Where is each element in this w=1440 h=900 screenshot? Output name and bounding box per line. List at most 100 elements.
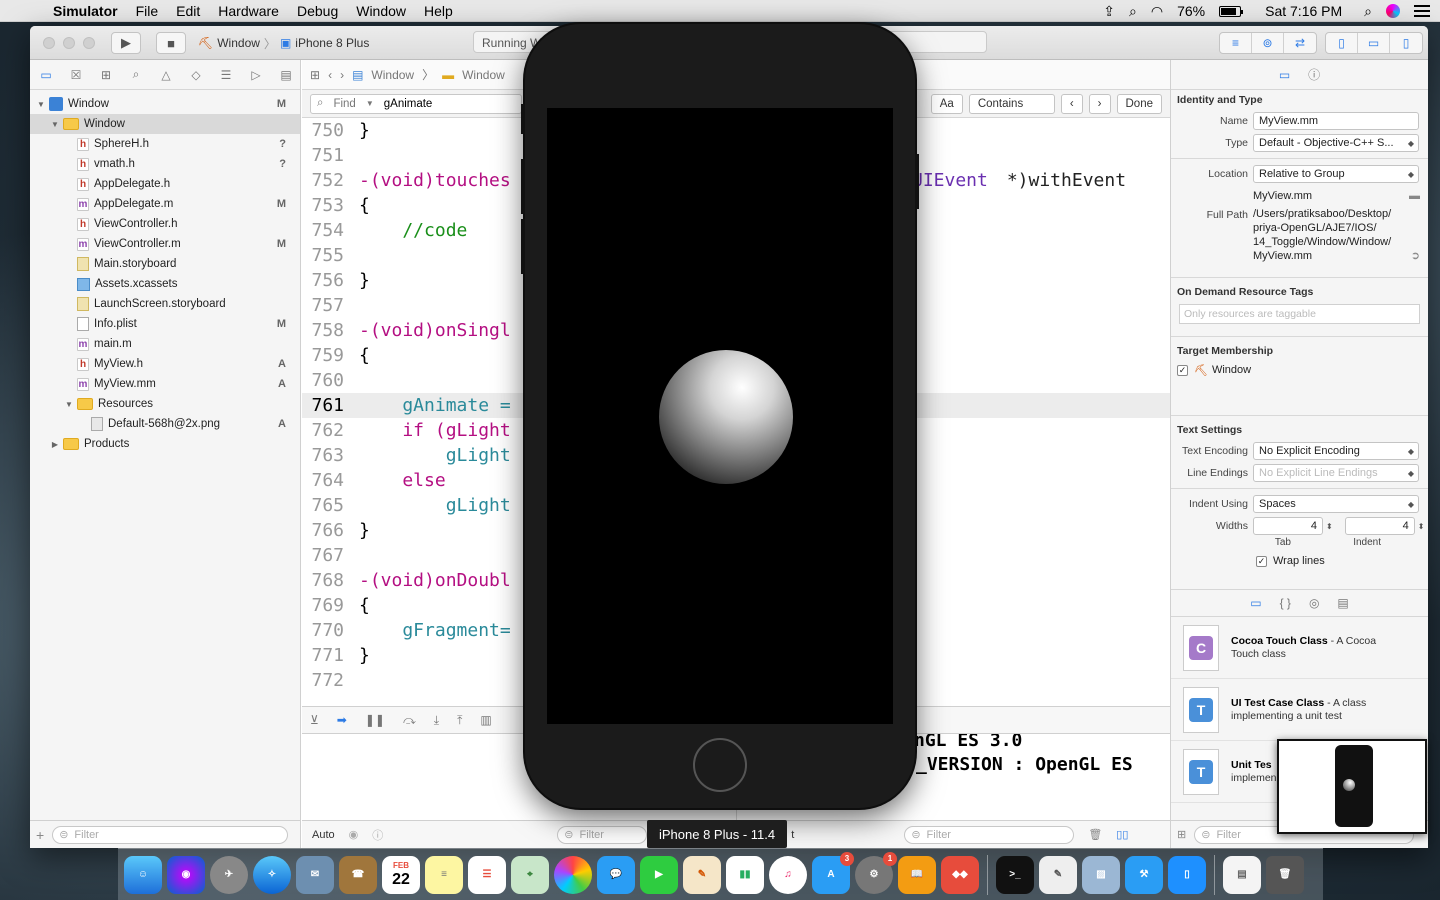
menu-hardware[interactable]: Hardware xyxy=(209,3,288,19)
tree-item-group[interactable]: ▼ Window xyxy=(30,114,300,134)
notification-center-icon[interactable] xyxy=(1414,5,1430,17)
inspector-toggle-icon[interactable]: ▯ xyxy=(1390,33,1422,53)
step-over-icon[interactable]: ⤼ xyxy=(403,713,416,728)
symbol-icon[interactable]: ⊞ xyxy=(98,68,114,82)
location-select[interactable]: Relative to Group ◆ xyxy=(1253,165,1419,183)
tree-item-file[interactable]: LaunchScreen.storyboard xyxy=(30,294,300,314)
tree-item-group[interactable]: ▼ Resources xyxy=(30,394,300,414)
test-icon[interactable]: ◇ xyxy=(188,68,204,82)
preview-icon[interactable]: ▨ xyxy=(1082,855,1120,894)
menu-help[interactable]: Help xyxy=(415,3,462,19)
terminal-icon[interactable]: >_ xyxy=(996,855,1034,894)
breadcrumb-project[interactable]: Window xyxy=(371,68,414,82)
tree-item-file[interactable]: h ViewController.h xyxy=(30,214,300,234)
contacts-icon[interactable]: ☎ xyxy=(339,855,377,894)
stop-button[interactable]: ■ xyxy=(156,32,186,54)
forward-icon[interactable]: › xyxy=(340,68,344,82)
warning-icon[interactable]: △ xyxy=(158,68,174,82)
quick-help-icon[interactable]: ⓘ xyxy=(1308,66,1320,83)
line-endings-select[interactable]: No Explicit Line Endings ◆ xyxy=(1253,464,1419,482)
menu-edit[interactable]: Edit xyxy=(167,3,209,19)
wrap-lines-row[interactable]: ✓ Wrap lines xyxy=(1171,551,1428,571)
itunes-icon[interactable]: ♫ xyxy=(769,855,807,894)
trash-icon[interactable]: 🗑 xyxy=(1266,855,1304,894)
checkbox-checked-icon[interactable]: ✓ xyxy=(1256,555,1267,567)
menu-clock[interactable]: Sat 7:16 PM xyxy=(1265,3,1342,19)
variables-filter-input[interactable]: ⊜ Filter xyxy=(557,825,648,844)
battery-icon[interactable] xyxy=(1219,5,1244,17)
simulator-screen[interactable] xyxy=(547,108,893,724)
close-window-button[interactable] xyxy=(43,37,55,49)
siri-icon[interactable] xyxy=(1386,4,1400,18)
disclosure-open-icon[interactable]: ▼ xyxy=(36,100,46,109)
object-library-icon[interactable]: ◎ xyxy=(1309,596,1319,610)
tree-item-file[interactable]: h MyView.h A xyxy=(30,354,300,374)
volume-up-button[interactable] xyxy=(521,159,525,214)
indent-select[interactable]: Spaces ◆ xyxy=(1253,495,1419,513)
xcode-icon[interactable]: ⚒ xyxy=(1125,855,1163,894)
pages-icon[interactable]: ✎ xyxy=(683,855,721,894)
home-button[interactable] xyxy=(693,738,747,792)
file-inspector-icon[interactable]: ▭ xyxy=(1279,68,1290,82)
tree-item-file[interactable]: m main.m xyxy=(30,334,300,354)
search-icon[interactable]: ⌕ xyxy=(1364,3,1372,20)
info-icon[interactable]: ⓘ xyxy=(372,827,383,843)
volume-down-button[interactable] xyxy=(521,219,525,274)
file-template-icon[interactable]: ▭ xyxy=(1250,596,1261,610)
find-mode-label[interactable]: Find xyxy=(333,98,355,110)
indent-stepper-icon[interactable]: ⬍ xyxy=(1418,522,1425,531)
find-icon[interactable]: ⌕ xyxy=(128,67,144,82)
books-icon[interactable]: 📖 xyxy=(898,855,936,894)
tree-item-group[interactable]: ▶ Products xyxy=(30,434,300,454)
debug-icon[interactable]: ☰ xyxy=(218,68,234,82)
hide-debug-area-icon[interactable]: ⊻ xyxy=(310,713,319,727)
next-match-button[interactable]: › xyxy=(1088,94,1111,114)
tree-item-file[interactable]: Main.storyboard xyxy=(30,254,300,274)
siri-icon[interactable]: ◉ xyxy=(167,855,205,894)
spotlight-status-icon[interactable]: ⌕ xyxy=(1129,3,1137,20)
library-item[interactable]: C Cocoa Touch Class - A Cocoa Touch class xyxy=(1171,617,1428,679)
run-button[interactable]: ▶ xyxy=(111,32,141,54)
standard-editor-icon[interactable]: ≡ xyxy=(1220,33,1252,53)
related-items-icon[interactable]: ⊞ xyxy=(310,68,320,82)
calendar-icon[interactable]: FEB 22 xyxy=(382,855,420,894)
eye-icon[interactable]: ◉ xyxy=(349,828,359,841)
zoom-window-button[interactable] xyxy=(83,37,95,49)
checkbox-checked-icon[interactable]: ✓ xyxy=(1177,364,1188,376)
finder-icon[interactable]: ☺ xyxy=(124,855,162,894)
facetime-icon[interactable]: ▶ xyxy=(640,855,678,894)
tree-item-file[interactable]: m AppDelegate.m M xyxy=(30,194,300,214)
simulator-icon[interactable]: ▯ xyxy=(1168,855,1206,894)
scheme-selector[interactable]: ⛏ Window 〉 ▣ iPhone 8 Plus xyxy=(198,32,369,54)
documents-folder-icon[interactable]: ▤ xyxy=(1223,855,1261,894)
tree-item-file[interactable]: m ViewController.m M xyxy=(30,234,300,254)
tree-item-file[interactable]: Assets.xcassets xyxy=(30,274,300,294)
anydesk-icon[interactable]: ◆◆ xyxy=(941,855,979,894)
done-button[interactable]: Done xyxy=(1116,94,1162,114)
find-input[interactable]: ⌕ Find ▼ gAnimate xyxy=(310,93,522,114)
tab-stepper-icon[interactable]: ⬍ xyxy=(1326,522,1333,531)
pause-icon[interactable]: ❚❚ xyxy=(365,713,385,727)
folder-icon[interactable]: ▬ xyxy=(1409,190,1420,202)
launchpad-icon[interactable]: ✈ xyxy=(210,855,248,894)
menu-file[interactable]: File xyxy=(127,3,168,19)
variables-scope-select[interactable]: Auto xyxy=(312,829,335,841)
breakpoint-icon[interactable]: ▷ xyxy=(248,68,264,82)
mute-switch[interactable] xyxy=(521,104,525,134)
source-control-icon[interactable]: ☒ xyxy=(68,68,84,82)
code-snippet-icon[interactable]: { } xyxy=(1280,596,1291,610)
disclosure-open-icon[interactable]: ▼ xyxy=(50,120,60,129)
system-preferences-icon[interactable]: ⚙ 1 xyxy=(855,851,897,894)
report-icon[interactable]: ▤ xyxy=(278,68,294,82)
resource-tags-input[interactable]: Only resources are taggable xyxy=(1179,304,1420,324)
add-icon[interactable]: + xyxy=(36,827,44,843)
maps-icon[interactable]: ⌖ xyxy=(511,855,549,894)
navigator-filter-input[interactable]: ⊜ Filter xyxy=(52,825,289,844)
tree-item-file[interactable]: m MyView.mm A xyxy=(30,374,300,394)
breadcrumb-group[interactable]: Window xyxy=(462,68,505,82)
library-item[interactable]: T UI Test Case Class - A class implementi… xyxy=(1171,679,1428,741)
name-field[interactable]: MyView.mm xyxy=(1253,112,1419,130)
step-into-icon[interactable]: ⤓ xyxy=(434,713,439,728)
screenshot-thumbnail[interactable] xyxy=(1277,739,1427,834)
tree-item-file[interactable]: h SphereH.h? xyxy=(30,134,300,154)
